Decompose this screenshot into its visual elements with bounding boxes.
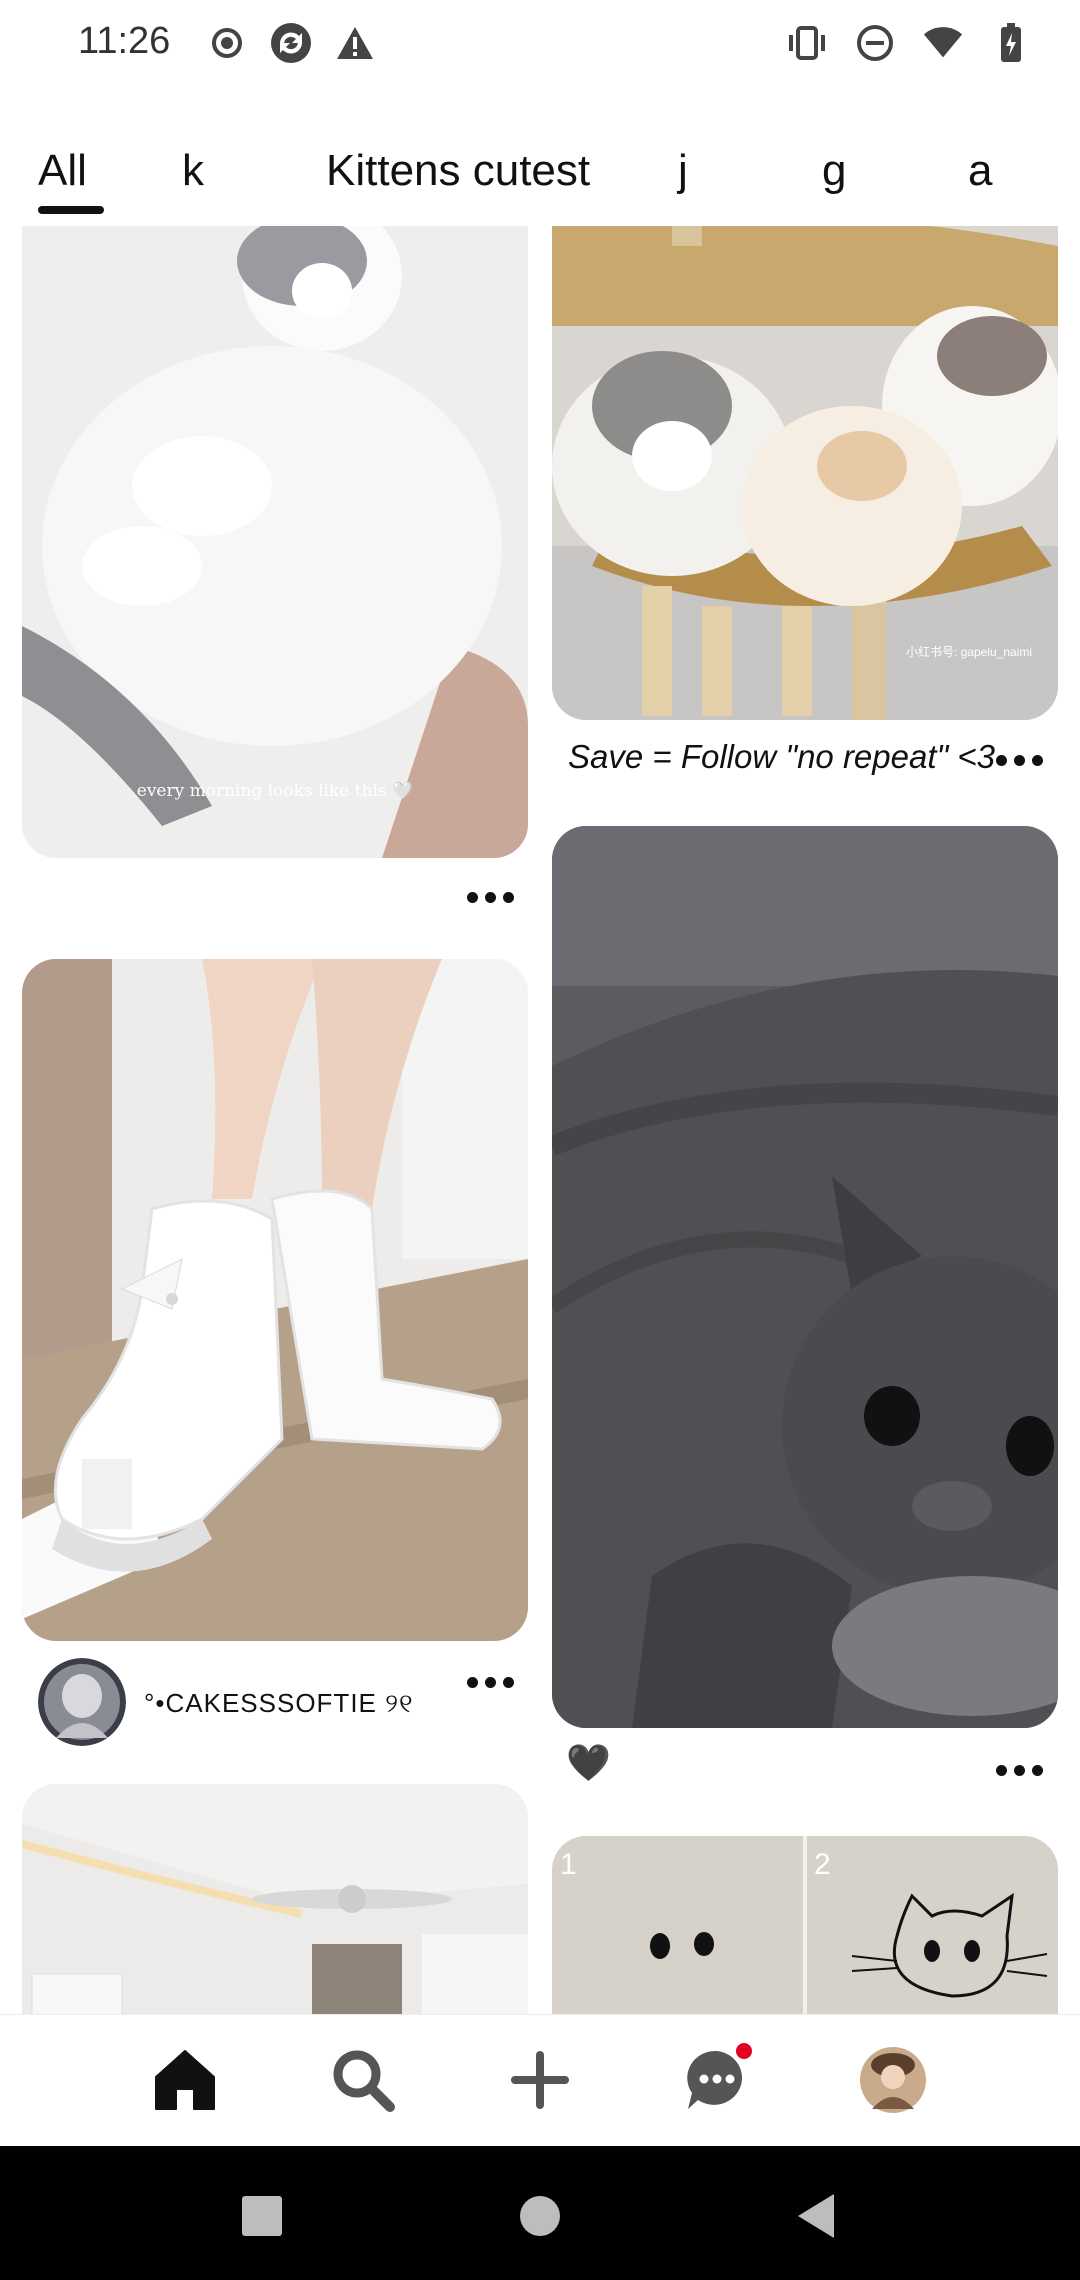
- pin-image-white-boots[interactable]: [22, 959, 528, 1641]
- bottom-nav: [0, 2014, 1080, 2147]
- wifi-icon: [922, 22, 964, 64]
- sync-app-icon: [270, 22, 312, 64]
- pin-image-cat-drawing[interactable]: 1 2: [552, 1836, 1058, 2014]
- tab-all[interactable]: All: [38, 146, 87, 196]
- creator-avatar[interactable]: [38, 1658, 126, 1746]
- messages-icon[interactable]: [682, 2041, 754, 2115]
- pin-image-sleeping-cat[interactable]: every morning looks like this 🤍: [22, 226, 528, 858]
- vibrate-icon: [786, 22, 828, 64]
- tab-a[interactable]: a: [968, 146, 992, 196]
- battery-icon: [990, 22, 1032, 64]
- profile-avatar[interactable]: [858, 2045, 928, 2115]
- pin1-more-button[interactable]: [467, 892, 514, 903]
- panel-number-2: 2: [814, 1848, 831, 1881]
- pin-image-bedroom[interactable]: [22, 1784, 528, 2014]
- do-not-disturb-icon: [854, 22, 896, 64]
- pin3-more-button[interactable]: [467, 1677, 514, 1688]
- pin-image-three-kittens[interactable]: 小红书号: gapelu_naimi: [552, 226, 1058, 720]
- home-icon[interactable]: [150, 2045, 220, 2115]
- back-button[interactable]: [786, 2186, 846, 2246]
- home-button[interactable]: [510, 2186, 570, 2246]
- warning-icon: [334, 22, 376, 64]
- pin2-caption: Save = Follow "no repeat" <3: [568, 738, 996, 775]
- pin-feed: every morning looks like this 🤍 小红书号: ga…: [0, 226, 1080, 2014]
- pin2-watermark: 小红书号: gapelu_naimi: [906, 644, 1032, 659]
- selected-tab-indicator: [38, 206, 104, 214]
- board-tabs: All k Kittens cutest j g a: [0, 140, 1080, 220]
- pin2-more-button[interactable]: [996, 755, 1043, 766]
- creator-name[interactable]: °•CAKESSSOFTIE ୨୧: [144, 1688, 414, 1720]
- search-icon[interactable]: [328, 2045, 398, 2115]
- record-icon: [206, 22, 248, 64]
- pin1-overlay-text: every morning looks like this 🤍: [137, 781, 414, 801]
- tab-g[interactable]: g: [822, 146, 846, 196]
- pin4-more-button[interactable]: [996, 1765, 1043, 1776]
- status-bar: 11:26: [0, 0, 1080, 90]
- tab-k[interactable]: k: [182, 146, 204, 196]
- messages-badge: [734, 2041, 754, 2061]
- pin4-caption: 🖤: [566, 1742, 611, 1783]
- tab-j[interactable]: j: [678, 146, 688, 196]
- status-time: 11:26: [78, 20, 171, 62]
- create-icon[interactable]: [505, 2045, 575, 2115]
- pin-image-grey-kitten[interactable]: [552, 826, 1058, 1728]
- recents-button[interactable]: [232, 2186, 292, 2246]
- system-nav-bar: [0, 2146, 1080, 2280]
- tab-kittens-cutest[interactable]: Kittens cutest: [326, 146, 590, 196]
- panel-number-1: 1: [560, 1848, 577, 1881]
